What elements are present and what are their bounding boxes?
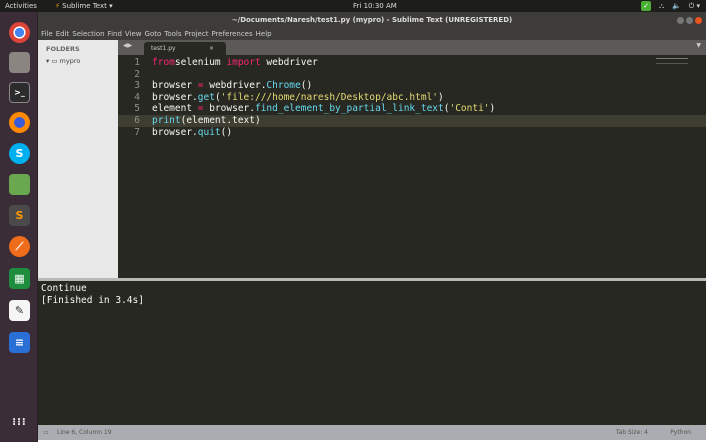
menu-view[interactable]: View <box>125 30 142 38</box>
skype-icon[interactable]: S <box>9 143 30 164</box>
code-token: ) <box>489 103 496 115</box>
menu-goto[interactable]: Goto <box>145 30 162 38</box>
minimize-button[interactable] <box>677 17 684 24</box>
tab-close-icon[interactable]: × <box>209 42 214 55</box>
chrome-icon[interactable] <box>9 22 30 43</box>
code-token: print <box>152 115 181 126</box>
code-token: get <box>197 91 215 103</box>
close-button[interactable] <box>695 17 702 24</box>
app-menu[interactable]: ⚡ Sublime Text ▾ <box>55 0 113 12</box>
code-token: from <box>152 57 175 68</box>
code-token: browser. <box>152 126 198 138</box>
menu-tools[interactable]: Tools <box>164 30 181 38</box>
folder-item-mypro[interactable]: ▾ ▭ mypro <box>46 57 80 65</box>
code-token: import <box>226 57 261 68</box>
line-number: 2 <box>134 68 140 80</box>
syntax-mode[interactable]: Python <box>670 425 691 440</box>
tab-label: test1.py <box>151 45 176 52</box>
code-line: 1 fromselenium import webdriver <box>118 57 706 69</box>
menu-preferences[interactable]: Preferences <box>211 30 252 38</box>
sublime-text-icon[interactable]: S <box>9 205 30 226</box>
panel-toggle-icon[interactable]: ▭ <box>43 425 49 440</box>
code-line: 6 print(element.text) <box>118 115 706 127</box>
code-line: 5 element = browser.find_element_by_parti… <box>118 103 706 115</box>
launcher-dock: >_ S S ⟋ ▦ ✎ ≡ ⁝⁝⁝ <box>0 12 38 442</box>
code-token: webdriver. <box>203 80 267 92</box>
menu-find[interactable]: Find <box>108 30 122 38</box>
code-token: browser <box>152 80 198 92</box>
code-token: 'file:///home/naresh/Desktop/abc.html' <box>220 91 439 103</box>
folder-name: mypro <box>59 57 81 65</box>
cursor-position: Line 6, Column 19 <box>57 429 112 436</box>
code-token: find_element_by_partial_link_text <box>254 103 444 115</box>
code-token: (element.text) <box>180 115 261 126</box>
code-line: 3 browser = webdriver.Chrome() <box>118 80 706 92</box>
code-token: quit <box>197 126 221 138</box>
spreadsheet-icon[interactable]: ▦ <box>9 268 30 289</box>
code-line: 7 browser.quit() <box>118 127 706 139</box>
image-viewer-icon[interactable] <box>9 174 30 195</box>
volume-icon[interactable]: 🔈 <box>672 0 681 12</box>
tab-bar: ◀▶ test1.py × ▼ <box>118 40 706 55</box>
writer-icon[interactable]: ≡ <box>9 332 30 353</box>
code-editor[interactable]: 1 fromselenium import webdriver 2 3 browser … <box>118 55 706 278</box>
output-line: [Finished in 3.4s] <box>41 294 144 306</box>
menu-file[interactable]: File <box>41 30 53 38</box>
tab-size[interactable]: Tab Size: 4 <box>616 425 648 440</box>
code-token: 'Conti' <box>449 103 490 115</box>
code-token: webdriver <box>260 57 318 68</box>
menu-project[interactable]: Project <box>185 30 209 38</box>
window-title-bar: ~/Documents/Naresh/test1.py (mypro) - Su… <box>38 12 706 29</box>
text-editor-icon[interactable]: ✎ <box>9 300 30 321</box>
line-number: 1 <box>134 57 140 68</box>
code-line: 2 <box>118 69 706 81</box>
line-number: 4 <box>134 91 140 103</box>
code-token: element <box>152 103 198 115</box>
folder-icon: ▾ ▭ <box>46 57 60 65</box>
files-icon[interactable] <box>9 52 30 73</box>
line-number: 7 <box>134 126 140 138</box>
code-token: Chrome <box>266 80 301 92</box>
output-line: Continue <box>41 283 87 294</box>
postman-icon[interactable]: ⟋ <box>9 236 30 257</box>
menu-bar: File Edit Selection Find View Goto Tools Projec… <box>38 29 706 40</box>
system-top-bar: Activities ⚡ Sublime Text ▾ Fri 10:30 AM… <box>0 0 706 12</box>
code-token: () <box>220 126 233 138</box>
app-grid-icon[interactable]: ⁝⁝⁝ <box>9 412 30 433</box>
menu-selection[interactable]: Selection <box>72 30 104 38</box>
code-line: 4 browser.get('file:///home/naresh/Deskto… <box>118 92 706 104</box>
build-output-panel[interactable]: Continue [Finished in 3.4s] <box>38 278 706 425</box>
update-check-icon[interactable]: ✓ <box>641 1 652 11</box>
code-token: () <box>300 80 313 92</box>
code-token: ) <box>438 91 444 103</box>
folders-header: FOLDERS <box>46 45 80 53</box>
power-icon[interactable]: ⏻ ▾ <box>689 0 700 12</box>
menu-help[interactable]: Help <box>256 30 272 38</box>
code-token: browser. <box>152 91 198 103</box>
line-number: 3 <box>134 80 140 92</box>
tab-nav-arrows-icon[interactable]: ◀▶ <box>123 42 132 49</box>
tab-test1-py[interactable]: test1.py × <box>144 42 226 55</box>
network-icon[interactable]: ⛬ <box>659 0 664 12</box>
line-number: 6 <box>134 115 140 126</box>
tab-dropdown-icon[interactable]: ▼ <box>696 42 701 49</box>
menu-edit[interactable]: Edit <box>56 30 70 38</box>
window-title: ~/Documents/Naresh/test1.py (mypro) - Su… <box>231 16 513 24</box>
app-menu-label: Sublime Text ▾ <box>62 2 113 10</box>
minimap[interactable] <box>656 58 688 64</box>
code-token: selenium <box>174 57 227 68</box>
sublime-icon: ⚡ <box>55 2 60 10</box>
activities-button[interactable]: Activities <box>5 0 37 12</box>
maximize-button[interactable] <box>686 17 693 24</box>
terminal-icon[interactable]: >_ <box>9 82 30 103</box>
status-bar: ▭ Line 6, Column 19 Tab Size: 4 Python <box>38 425 706 440</box>
line-number: 5 <box>134 103 140 115</box>
system-tray[interactable]: ✓ ⛬ 🔈 ⏻ ▾ <box>641 0 700 12</box>
firefox-icon[interactable] <box>9 112 30 133</box>
folder-sidebar: FOLDERS ▾ ▭ mypro <box>38 40 118 278</box>
code-token: browser. <box>203 103 255 115</box>
clock[interactable]: Fri 10:30 AM <box>353 0 397 12</box>
